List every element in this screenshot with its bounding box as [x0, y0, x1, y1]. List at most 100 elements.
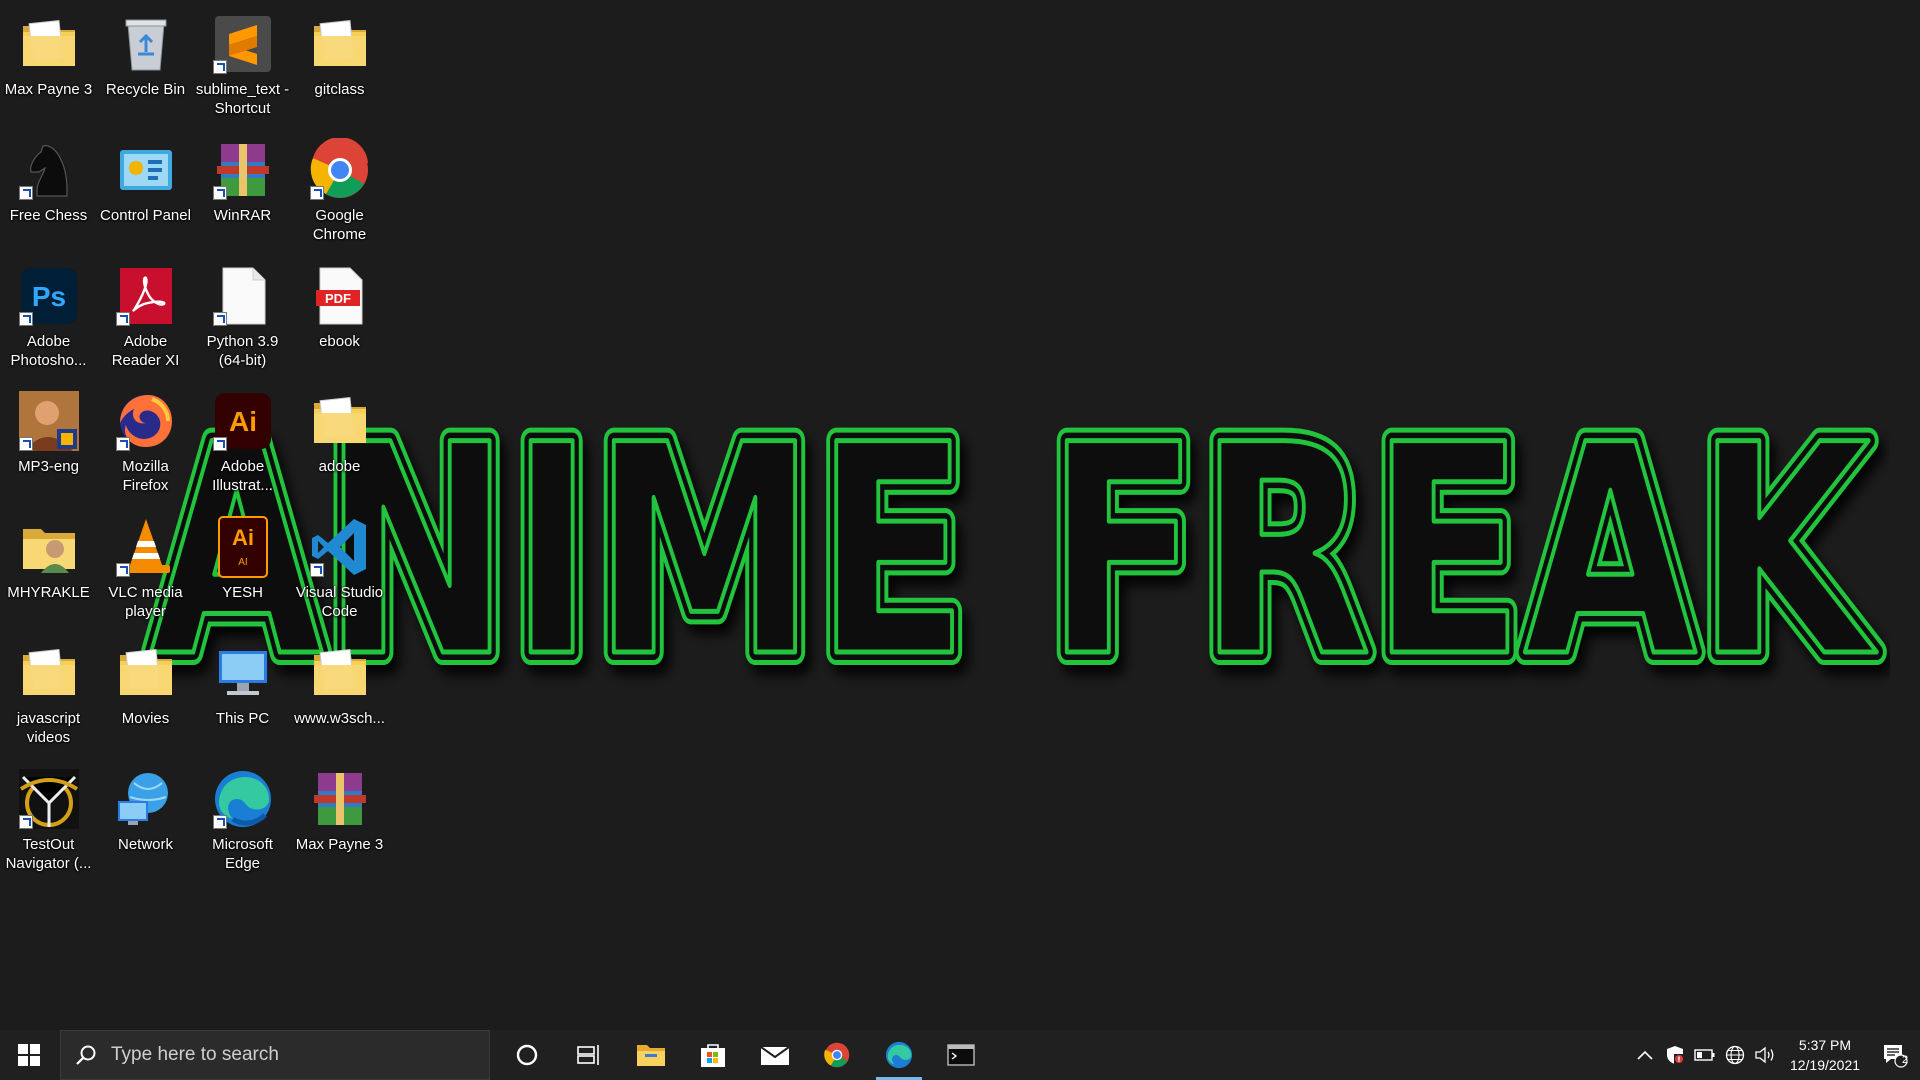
desktop-icon-label: gitclass — [314, 81, 365, 98]
winrar-icon — [308, 767, 372, 831]
clock[interactable]: 5:37 PM 12/19/2021 — [1780, 1035, 1870, 1075]
desktop-icon-adobe-reader[interactable]: Adobe Reader XI — [98, 258, 193, 376]
control-panel-icon — [114, 138, 178, 202]
desktop-icon-movies[interactable]: Movies — [98, 635, 193, 753]
taskbar-cortana-button[interactable] — [496, 1030, 558, 1080]
desktop-icon-label: WinRAR — [213, 207, 272, 224]
taskbar-terminal-button[interactable] — [930, 1030, 992, 1080]
desktop-icon-label: www.w3sch... — [294, 710, 385, 727]
network-globe-icon[interactable] — [1720, 1030, 1750, 1080]
desktop-icon-yesh[interactable]: Ai AI YESH — [195, 509, 290, 627]
wallpaper-text-layer: ANIME FREAK — [150, 390, 1878, 690]
desktop-icon-label: Network — [117, 836, 173, 853]
desktop-icon-label: Google Chrome — [312, 207, 367, 243]
folder-icon — [308, 389, 372, 453]
desktop-icon-maxpayne3-rar[interactable]: Max Payne 3 — [292, 761, 387, 879]
desktop-icon-vscode[interactable]: Visual Studio Code — [292, 509, 387, 627]
photoshop-icon: Ps — [17, 264, 81, 328]
start-button[interactable] — [0, 1030, 58, 1080]
svg-text:PDF: PDF — [325, 291, 351, 306]
volume-icon[interactable] — [1750, 1030, 1780, 1080]
desktop-icon-vlc[interactable]: VLC media player — [98, 509, 193, 627]
search-icon — [76, 1045, 96, 1065]
desktop-icon-free-chess[interactable]: Free Chess — [1, 132, 96, 250]
desktop-icon-control-panel[interactable]: Control Panel — [98, 132, 193, 250]
notification-center-button[interactable]: 2 — [1870, 1030, 1920, 1080]
vscode-icon — [308, 515, 372, 579]
desktop-icon-w3schools[interactable]: www.w3sch... — [292, 635, 387, 753]
file-explorer-icon — [636, 1042, 666, 1068]
shortcut-arrow-icon — [18, 312, 33, 326]
taskbar-file-explorer-button[interactable] — [620, 1030, 682, 1080]
shortcut-arrow-icon — [18, 437, 33, 451]
desktop-icon-firefox[interactable]: Mozilla Firefox — [98, 383, 193, 501]
desktop-icon-winrar[interactable]: WinRAR — [195, 132, 290, 250]
desktop-icon-label: Adobe Illustrat... — [212, 458, 273, 494]
illustrator-icon: Ai — [211, 389, 275, 453]
svg-text:Ps: Ps — [31, 281, 65, 312]
shortcut-arrow-icon — [115, 312, 130, 326]
desktop-icon-python[interactable]: Python 3.9 (64-bit) — [195, 258, 290, 376]
search-box[interactable]: Type here to search — [60, 1030, 490, 1080]
folder-icon — [308, 641, 372, 705]
terminal-icon — [947, 1043, 975, 1067]
shortcut-arrow-icon — [212, 437, 227, 451]
desktop-icon-label: MP3-eng — [18, 458, 79, 475]
taskbar-edge-button[interactable] — [868, 1030, 930, 1080]
desktop-icon-maxpayne3-folder[interactable]: Max Payne 3 — [1, 6, 96, 124]
desktop-icon-photoshop[interactable]: Ps Adobe Photosho... — [1, 258, 96, 376]
taskbar-mail-button[interactable] — [744, 1030, 806, 1080]
desktop-icon-label: Free Chess — [9, 207, 88, 224]
desktop-icon-label: VLC media player — [108, 584, 183, 620]
taskbar-store-button[interactable] — [682, 1030, 744, 1080]
edge-icon — [211, 767, 275, 831]
shortcut-arrow-icon — [18, 186, 33, 200]
notification-count: 2 — [1901, 1054, 1909, 1066]
shortcut-arrow-icon — [212, 815, 227, 829]
desktop-icon-label: YESH — [222, 584, 263, 601]
security-shield-icon[interactable] — [1660, 1030, 1690, 1080]
user-folder-icon — [17, 515, 81, 579]
edge-icon — [884, 1040, 914, 1070]
desktop-icon-label: MHYRAKLE — [7, 584, 90, 601]
shortcut-arrow-icon — [309, 186, 324, 200]
image-thumbnail-icon — [17, 389, 81, 453]
shortcut-arrow-icon — [18, 815, 33, 829]
folder-icon — [17, 641, 81, 705]
desktop-icon-js-videos[interactable]: javascript videos — [1, 635, 96, 753]
task-view-icon — [576, 1044, 602, 1066]
taskbar-chrome-button[interactable] — [806, 1030, 868, 1080]
search-placeholder: Type here to search — [111, 1044, 279, 1065]
folder-icon — [114, 641, 178, 705]
desktop-icon-label: Max Payne 3 — [295, 836, 384, 853]
desktop-icon-edge[interactable]: Microsoft Edge — [195, 761, 290, 879]
chess-knight-icon — [17, 138, 81, 202]
desktop-icon-recycle-bin[interactable]: Recycle Bin — [98, 6, 193, 124]
computer-icon — [211, 641, 275, 705]
desktop-icon-label: Mozilla Firefox — [122, 458, 169, 494]
desktop-icon-network[interactable]: Network — [98, 761, 193, 879]
desktop-icon-this-pc[interactable]: This PC — [195, 635, 290, 753]
desktop-icon-sublime[interactable]: sublime_text - Shortcut — [195, 6, 290, 124]
desktop-icon-mhyrakle[interactable]: MHYRAKLE — [1, 509, 96, 627]
desktop-icon-label: Max Payne 3 — [4, 81, 93, 98]
desktop-icon-mp3-eng[interactable]: MP3-eng — [1, 383, 96, 501]
recycle-bin-icon — [114, 12, 178, 76]
desktop[interactable]: ANIME FREAK ANIME FREAK ANIME FREAK Max … — [0, 0, 1920, 1030]
desktop-icon-label: ebook — [319, 333, 360, 350]
desktop-icon-ebook[interactable]: PDF ebook — [292, 258, 387, 376]
desktop-icon-adobe-folder[interactable]: adobe — [292, 383, 387, 501]
show-hidden-icons-chevron-icon[interactable] — [1630, 1030, 1660, 1080]
desktop-icon-testout[interactable]: TestOut Navigator (... — [1, 761, 96, 879]
clock-date: 12/19/2021 — [1789, 1057, 1861, 1073]
folder-icon — [308, 12, 372, 76]
battery-icon[interactable] — [1690, 1030, 1720, 1080]
chrome-icon — [308, 138, 372, 202]
desktop-icon-illustrator[interactable]: Ai Adobe Illustrat... — [195, 383, 290, 501]
taskbar-task-view-button[interactable] — [558, 1030, 620, 1080]
desktop-icon-google-chrome[interactable]: Google Chrome — [292, 132, 387, 250]
svg-text:Ai: Ai — [229, 406, 257, 437]
desktop-icon-gitclass[interactable]: gitclass — [292, 6, 387, 124]
mail-icon — [760, 1043, 790, 1067]
network-icon — [114, 767, 178, 831]
